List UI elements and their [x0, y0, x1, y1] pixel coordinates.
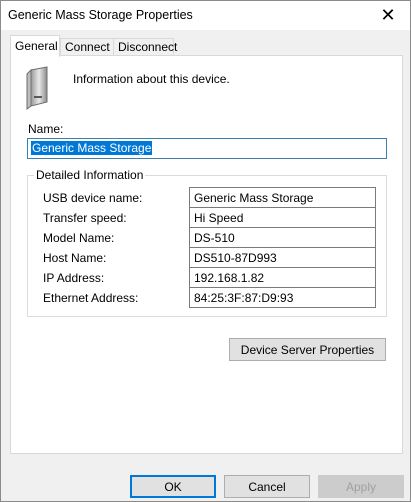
general-tab-panel: Information about this device. Name: Gen… — [10, 55, 403, 454]
close-icon: ✕ — [380, 5, 396, 25]
tab-disconnect-label: Disconnect — [118, 40, 178, 54]
ethernet-address-label: Ethernet Address: — [43, 291, 139, 305]
transfer-speed-field[interactable]: Hi Speed — [189, 207, 376, 228]
window-title: Generic Mass Storage Properties — [8, 8, 193, 22]
name-field[interactable]: Generic Mass Storage — [27, 138, 387, 159]
usb-drive-icon — [26, 66, 48, 110]
detailed-information-group: Detailed Information USB device name: Ge… — [27, 168, 387, 317]
device-info-text: Information about this device. — [73, 72, 230, 86]
tab-connect-label: Connect — [65, 40, 110, 54]
cancel-label: Cancel — [248, 479, 286, 494]
name-field-value: Generic Mass Storage — [31, 141, 153, 155]
close-button[interactable]: ✕ — [366, 1, 410, 30]
usb-device-name-field[interactable]: Generic Mass Storage — [189, 187, 376, 208]
host-name-label: Host Name: — [43, 251, 107, 265]
tab-general-label: General — [15, 39, 58, 53]
ok-label: OK — [164, 479, 182, 494]
ip-address-label: IP Address: — [43, 271, 105, 285]
transfer-speed-label: Transfer speed: — [43, 211, 127, 225]
device-server-properties-label: Device Server Properties — [240, 342, 375, 357]
model-name-label: Model Name: — [43, 231, 115, 245]
apply-label: Apply — [345, 479, 377, 494]
properties-dialog: Generic Mass Storage Properties ✕ Genera… — [0, 0, 411, 502]
ethernet-address-field[interactable]: 84:25:3F:87:D9:93 — [189, 287, 376, 308]
device-server-properties-button[interactable]: Device Server Properties — [229, 338, 386, 361]
ip-address-field[interactable]: 192.168.1.82 — [189, 267, 376, 288]
ok-button[interactable]: OK — [130, 475, 216, 498]
tab-general[interactable]: General — [10, 35, 60, 57]
name-label: Name: — [28, 122, 64, 136]
usb-device-name-label: USB device name: — [43, 191, 143, 205]
title-bar: Generic Mass Storage Properties ✕ — [1, 1, 410, 30]
host-name-field[interactable]: DS510-87D993 — [189, 247, 376, 268]
model-name-field[interactable]: DS-510 — [189, 227, 376, 248]
apply-button[interactable]: Apply — [318, 475, 404, 498]
cancel-button[interactable]: Cancel — [224, 475, 310, 498]
group-title: Detailed Information — [34, 168, 146, 182]
